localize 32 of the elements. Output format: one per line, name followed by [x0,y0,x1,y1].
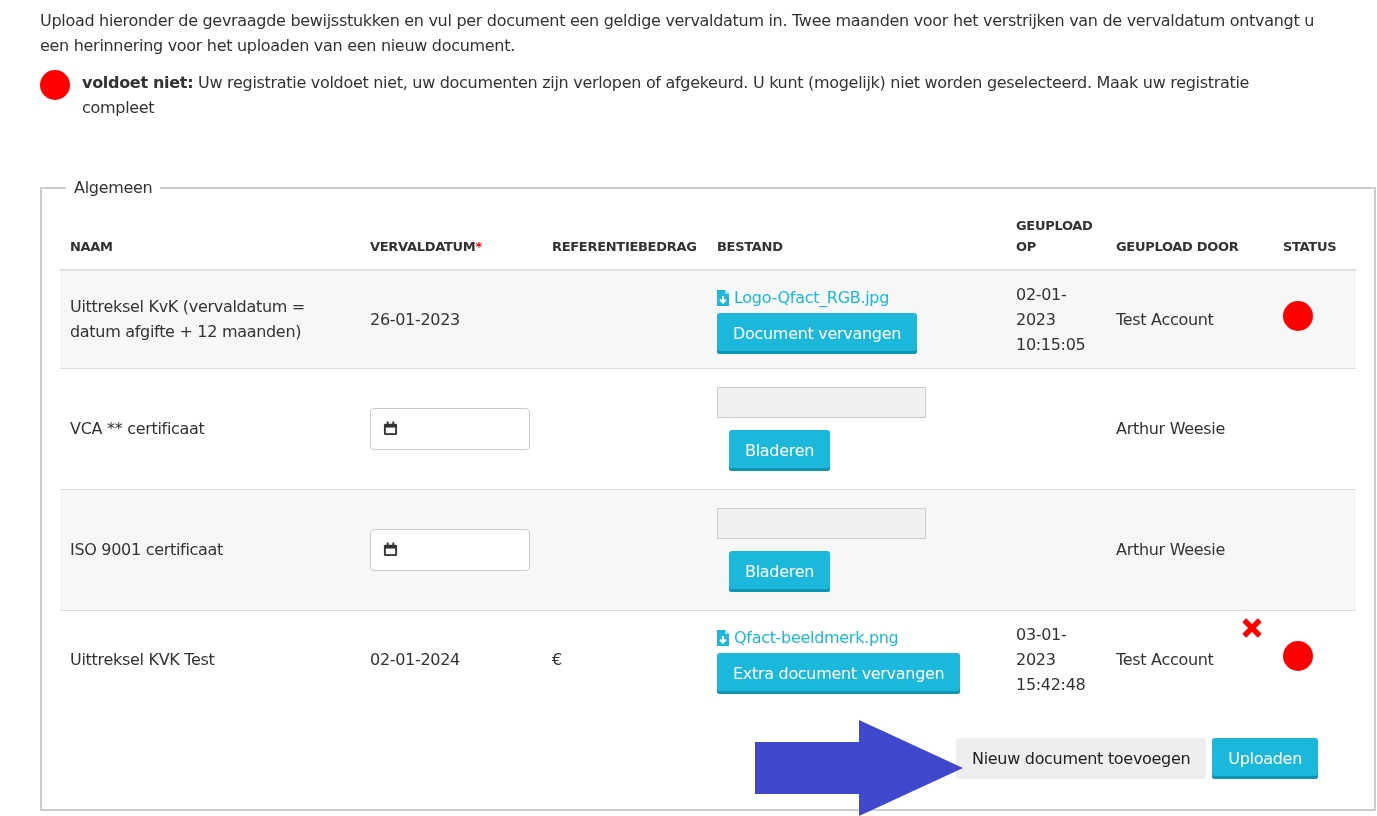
upload-date: 02-01-2023 10:15:05 [1016,283,1087,356]
file-field[interactable] [717,386,926,418]
expiry-date: 02-01-2024 [370,649,460,669]
document-name: VCA ** certificaat [70,419,205,438]
date-field[interactable] [370,407,530,450]
document-name: Uittreksel KvK (vervaldatum = datum afgifte + 12 maanden) [70,297,305,342]
calendar-icon [383,542,398,557]
date-field[interactable] [370,528,530,571]
file-download-icon [717,629,729,646]
expiry-date: 26-01-2023 [370,309,460,329]
add-document-button[interactable]: Nieuw document toevoegen [956,738,1207,779]
calendar-icon [383,421,398,436]
replace-button[interactable]: Extra document vervangen [717,652,961,694]
legend-text: voldoet niet: Uw registratie voldoet niet, uw documenten zijn verlopen of afgekeurd. U kunt (mogelijk) niet worden geselecteerd. Maak uw registratie compleet [82,72,1251,119]
replace-button[interactable]: Document vervangen [717,312,918,354]
file-link[interactable]: Qfact-beeldmerk.png [717,625,899,650]
delete-icon[interactable] [1241,616,1263,639]
upload-date: 03-01-2023 15:42:48 [1016,623,1087,696]
file-download-icon [717,289,729,306]
document-name: ISO 9001 certificaat [70,540,224,559]
document-name: Uittreksel KVK Test [70,649,215,669]
file-link[interactable]: Logo-Qfact_RGB.jpg [717,285,890,310]
intro-text: Upload hieronder de gevraagde bewijsstukken en vul per document een geldige vervaldatum in. Twee maanden voor het verstrijken van de vervaldatum ontvangt u een herinnering voor het uploaden van een nieuw document. [40,10,1315,57]
upload-button[interactable]: Uploaden [1212,738,1318,779]
uploader-name: Test Account [1116,309,1214,329]
uploader-name: Arthur Weesie [1116,540,1226,559]
uploader-name: Arthur Weesie [1116,419,1226,438]
uploader-name: Test Account [1116,649,1214,669]
browse-button[interactable]: Bladeren [729,550,831,592]
browse-button[interactable]: Bladeren [729,429,831,471]
file-field[interactable] [717,507,926,539]
amount: € [552,649,562,669]
